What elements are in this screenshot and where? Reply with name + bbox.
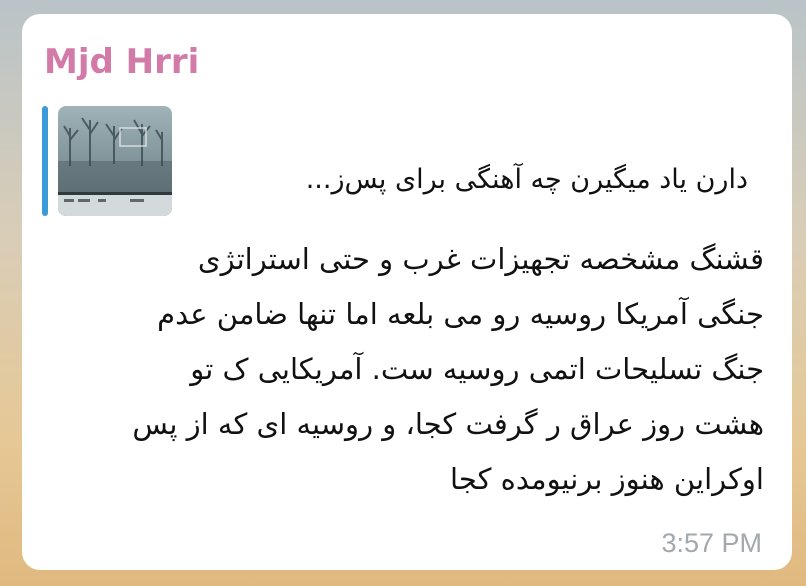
reply-preview[interactable]: دارن یاد میگیرن چه آهنگی برای پس‌ز... [42, 106, 772, 216]
message-line: اوکراین هنوز برنیومده کجا [450, 462, 764, 496]
message-line: جنگی آمریکا روسیه رو می بلعه اما تنها ضا… [157, 297, 764, 331]
reply-quoted-text: دارن یاد میگیرن چه آهنگی برای پس‌ز... [305, 164, 748, 195]
message-text: قشنگ مشخصه تجهیزات غرب و حتی استراتژی جن… [50, 232, 764, 507]
message-bubble: Mjd Hrri دارن یاد میگیرن چه آهنگی برای پ… [22, 14, 792, 570]
reply-accent-bar [42, 106, 48, 216]
reply-thumbnail-image[interactable] [58, 106, 172, 216]
message-line: قشنگ مشخصه تجهیزات غرب و حتی استراتژی [197, 242, 764, 276]
message-line: هشت روز عراق ر گرفت کجا، و روسیه ای که ا… [132, 407, 764, 441]
message-timestamp: 3:57 PM [661, 528, 762, 558]
message-line: جنگ تسلیحات اتمی روسیه ست. آمریکایی ک تو [190, 352, 764, 386]
sender-name[interactable]: Mjd Hrri [44, 42, 199, 82]
snowy-forest-photo-thumbnail [58, 106, 172, 216]
